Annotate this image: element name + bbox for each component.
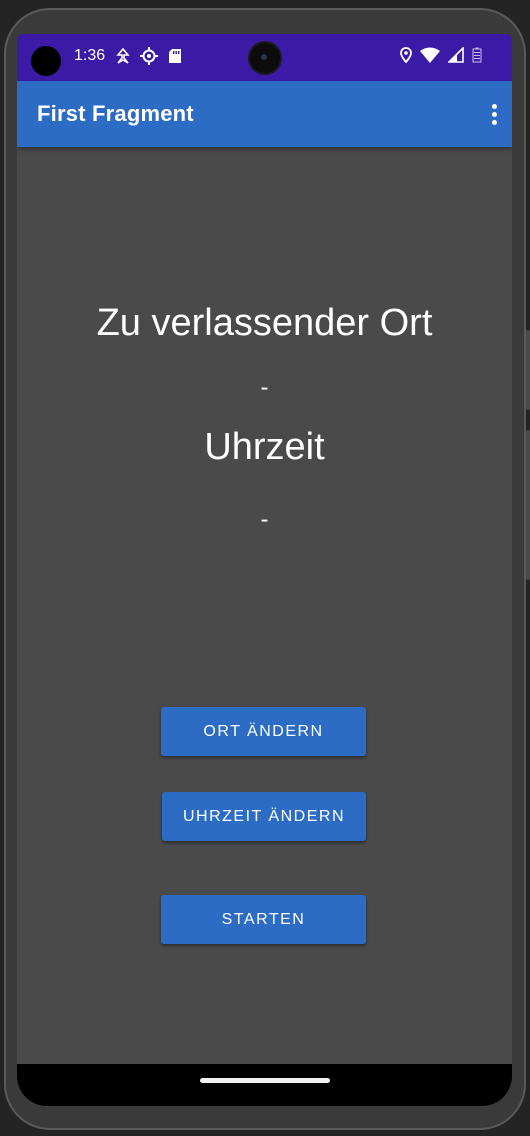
- location-icon: [400, 47, 412, 68]
- app-bar-title: First Fragment: [37, 101, 194, 126]
- change-place-button[interactable]: ORT ÄNDERN: [161, 707, 366, 756]
- home-indicator[interactable]: [200, 1078, 330, 1083]
- volume-button[interactable]: [526, 430, 530, 580]
- signal-icon: [447, 46, 464, 68]
- navigation-bar: [17, 1064, 512, 1106]
- place-heading: Zu verlassender Ort: [96, 302, 433, 344]
- sd-card-icon: [168, 48, 182, 64]
- wifi-icon: [420, 47, 440, 68]
- front-camera: [250, 43, 280, 73]
- power-button[interactable]: [526, 330, 530, 410]
- status-time: 1:36: [74, 47, 106, 64]
- app-bar: First Fragment: [17, 81, 512, 147]
- change-time-button[interactable]: UHRZEIT ÄNDERN: [162, 792, 366, 841]
- time-value: -: [260, 506, 269, 533]
- status-left-icons: [116, 47, 182, 65]
- place-value: -: [260, 374, 269, 401]
- front-sensor-dot: [31, 46, 61, 76]
- device-frame: 1:36 First Fragment Zu verlassender Ort …: [0, 0, 530, 1136]
- battery-icon: [472, 47, 482, 68]
- more-vert-icon[interactable]: [484, 98, 504, 130]
- time-heading: Uhrzeit: [204, 426, 325, 468]
- status-right-icons: [400, 46, 482, 68]
- start-button[interactable]: STARTEN: [161, 895, 366, 944]
- status-bar: 1:36: [17, 34, 512, 81]
- settings-icon: [140, 47, 158, 65]
- navigation-icon: [116, 48, 130, 64]
- phone-screen: 1:36 First Fragment Zu verlassender Ort …: [17, 34, 512, 1106]
